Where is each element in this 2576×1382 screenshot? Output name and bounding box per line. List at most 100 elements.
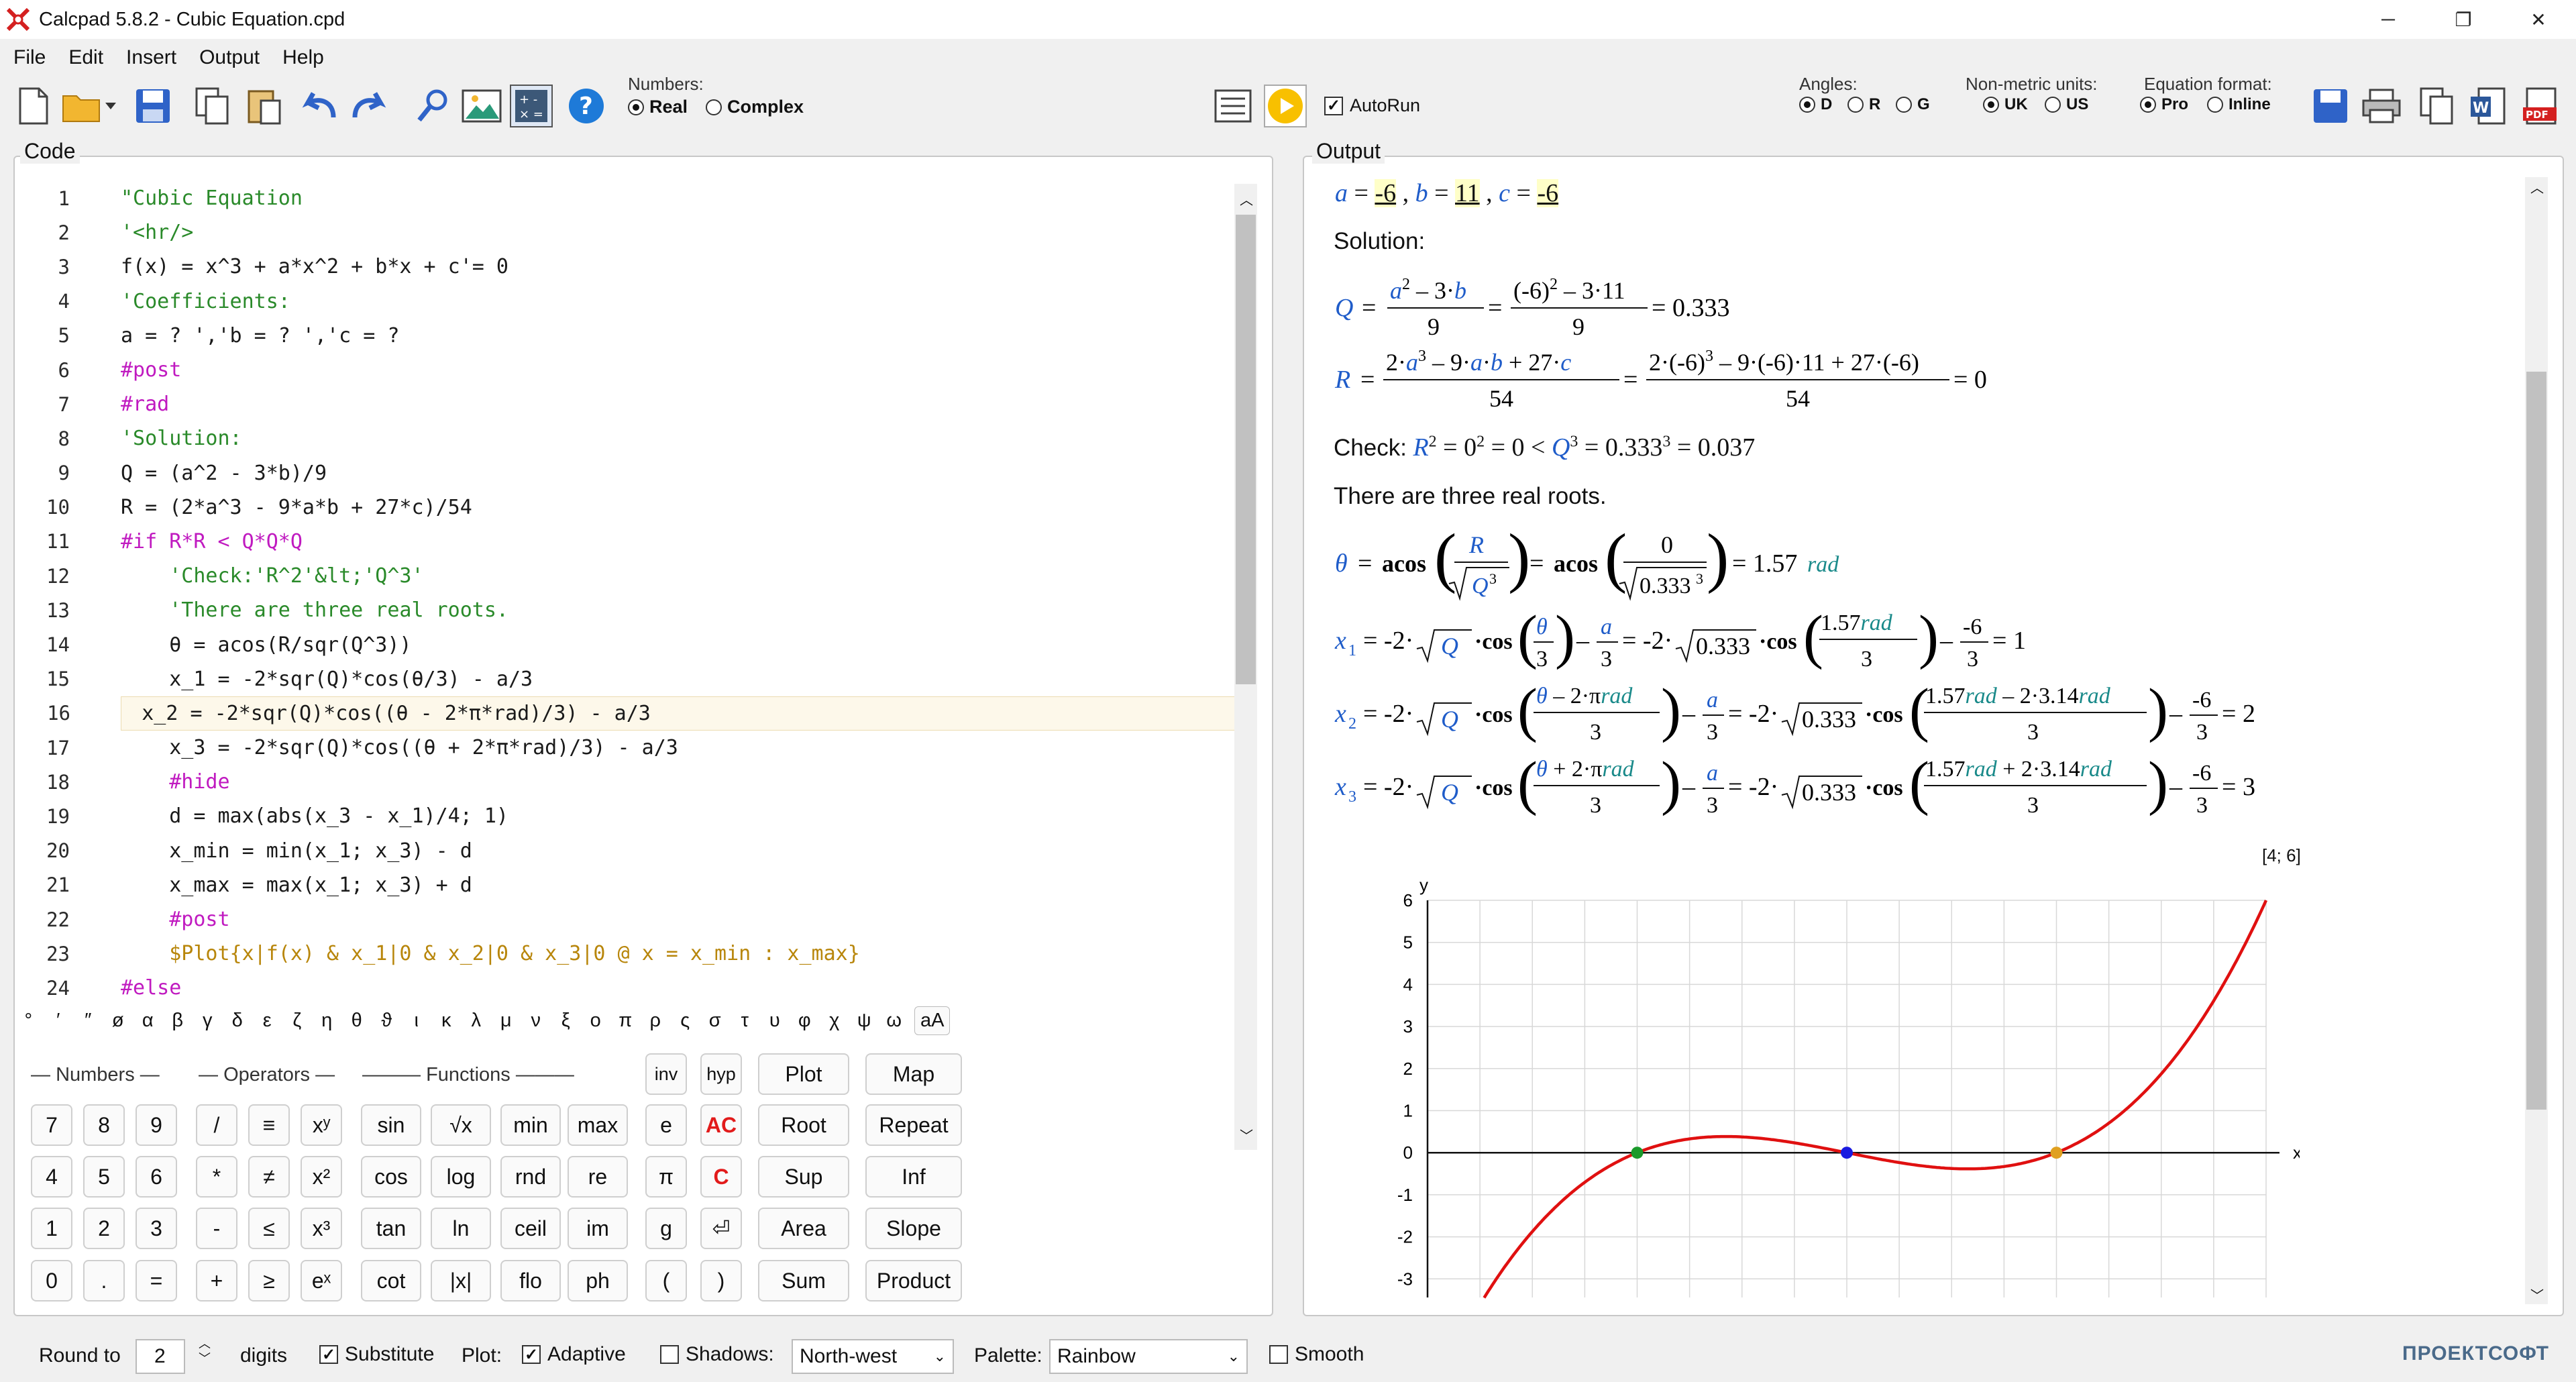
code-line[interactable]: 4 'Coefficients: [15,284,1236,319]
function-key[interactable]: tan [361,1208,421,1249]
enter-key[interactable]: ⏎ [700,1208,742,1249]
pi-key[interactable]: π [645,1156,687,1198]
save-icon[interactable] [131,85,174,127]
smooth-checkbox[interactable]: Smooth [1269,1343,1364,1366]
adaptive-checkbox[interactable]: ✓ Adaptive [522,1343,626,1366]
input-a[interactable]: -6 [1375,179,1397,207]
gravity-key[interactable]: g [645,1208,687,1249]
code-line[interactable]: 8 'Solution: [15,421,1236,456]
code-text[interactable]: 'Coefficients: [121,290,290,313]
greek-letter-button[interactable]: σ [700,1010,731,1032]
command-key-inf[interactable]: Inf [865,1156,962,1198]
case-toggle-button[interactable]: aA [914,1006,951,1035]
function-key[interactable]: log [431,1156,491,1198]
menu-help[interactable]: Help [282,46,324,69]
angle-rad-radio[interactable]: R [1847,95,1880,114]
greek-letter-button[interactable]: θ [342,1010,372,1032]
greek-letter-button[interactable]: γ [193,1010,223,1032]
menu-insert[interactable]: Insert [126,46,176,69]
code-line[interactable]: 13 'There are three real roots. [15,593,1236,627]
substitute-checkbox[interactable]: ✓ Substitute [319,1343,434,1366]
function-key[interactable]: ln [431,1208,491,1249]
function-key[interactable]: √x [431,1104,491,1146]
command-key-map[interactable]: Map [865,1053,962,1095]
greek-letter-button[interactable]: κ [431,1010,462,1032]
greek-letter-button[interactable]: ν [521,1010,551,1032]
code-text[interactable]: #else [121,976,181,1000]
code-text[interactable]: '<hr/> [121,221,193,244]
greek-letter-button[interactable]: ′ [44,1010,74,1032]
help-icon[interactable]: ? [565,85,608,127]
code-line[interactable]: 21 x_max = max(x_1; x_3) + d [15,868,1236,902]
number-key[interactable]: . [83,1260,125,1301]
real-radio[interactable]: Real [628,97,688,117]
greek-letter-button[interactable]: ° [13,1010,44,1032]
pdf-export-icon[interactable]: PDF [2518,85,2561,127]
code-text[interactable]: 'Check:'R^2'&lt;'Q^3' [121,564,423,588]
autorun-checkbox[interactable]: ✓ AutoRun [1324,95,1420,116]
greek-letter-button[interactable]: ρ [641,1010,671,1032]
greek-letter-button[interactable]: λ [462,1010,492,1032]
code-text[interactable]: x_3 = -2*sqr(Q)*cos((θ + 2*π*rad)/3) - a… [121,736,678,759]
greek-letter-button[interactable]: τ [730,1010,760,1032]
keypad-toggle-icon[interactable]: + - × = [510,85,553,127]
undo-icon[interactable] [298,85,341,127]
operator-key[interactable]: x² [301,1156,342,1198]
greek-letter-button[interactable]: δ [223,1010,253,1032]
function-key[interactable]: re [568,1156,628,1198]
output-scroll-thumb[interactable] [2526,372,2546,1110]
number-key[interactable]: 7 [31,1104,72,1146]
find-icon[interactable] [411,85,453,127]
function-key[interactable]: min [500,1104,561,1146]
insert-image-icon[interactable] [460,85,503,127]
input-c[interactable]: -6 [1537,179,1559,207]
code-text[interactable]: $Plot{x|f(x) & x_1|0 & x_2|0 & x_3|0 @ x… [121,942,860,965]
code-line[interactable]: 22 #post [15,902,1236,937]
command-key-repeat[interactable]: Repeat [865,1104,962,1146]
greek-letter-button[interactable]: ε [252,1010,282,1032]
copy-icon[interactable] [191,85,233,127]
code-line[interactable]: 23 $Plot{x|f(x) & x_1|0 & x_2|0 & x_3|0 … [15,937,1236,971]
function-key[interactable]: im [568,1208,628,1249]
greek-letter-button[interactable]: χ [820,1010,850,1032]
operator-key[interactable]: + [196,1260,237,1301]
complex-radio[interactable]: Complex [706,97,804,117]
units-uk-radio[interactable]: UK [1983,95,2028,114]
code-line[interactable]: 6 #post [15,353,1236,387]
greek-letter-button[interactable]: ϑ [372,1010,402,1032]
format-inline-radio[interactable]: Inline [2207,95,2271,114]
function-key[interactable]: sin [361,1104,421,1146]
redo-icon[interactable] [347,85,390,127]
hyp-key[interactable]: hyp [700,1053,742,1095]
number-key[interactable]: 1 [31,1208,72,1249]
greek-letter-button[interactable]: ω [879,1010,910,1032]
close-paren-key[interactable]: ) [700,1260,742,1301]
greek-letter-button[interactable]: φ [790,1010,820,1032]
menu-edit[interactable]: Edit [68,46,103,69]
code-text[interactable]: x_2 = -2*sqr(Q)*cos((θ - 2*π*rad)/3) - a… [93,702,651,725]
code-text[interactable]: x_max = max(x_1; x_3) + d [121,873,472,897]
print-icon[interactable] [2360,85,2403,127]
operator-key[interactable]: / [196,1104,237,1146]
greek-letter-button[interactable]: α [133,1010,163,1032]
greek-letter-button[interactable]: ζ [282,1010,313,1032]
greek-letter-button[interactable]: υ [760,1010,790,1032]
close-button[interactable]: ✕ [2501,0,2576,39]
operator-key[interactable]: ≥ [248,1260,290,1301]
code-text[interactable]: #post [121,908,229,931]
operator-key[interactable]: x³ [301,1208,342,1249]
code-scroll-thumb[interactable] [1236,215,1256,684]
code-line[interactable]: 14 θ = acos(R/sqr(Q^3)) [15,627,1236,661]
euler-key[interactable]: e [645,1104,687,1146]
command-key-product[interactable]: Product [865,1260,962,1301]
menu-file[interactable]: File [13,46,46,69]
output-scrollbar[interactable]: ︿ ﹀ [2525,177,2548,1304]
code-line[interactable]: 10 R = (2*a^3 - 9*a*b + 27*c)/54 [15,490,1236,525]
code-line[interactable]: 9 Q = (a^2 - 3*b)/9 [15,456,1236,490]
operator-key[interactable]: ≠ [248,1156,290,1198]
code-text[interactable]: 'There are three real roots. [121,598,508,622]
greek-letter-button[interactable]: η [312,1010,342,1032]
code-line[interactable]: 19 d = max(abs(x_3 - x_1)/4; 1) [15,799,1236,833]
greek-letter-button[interactable]: β [163,1010,193,1032]
output-settings-icon[interactable] [1212,85,1254,127]
